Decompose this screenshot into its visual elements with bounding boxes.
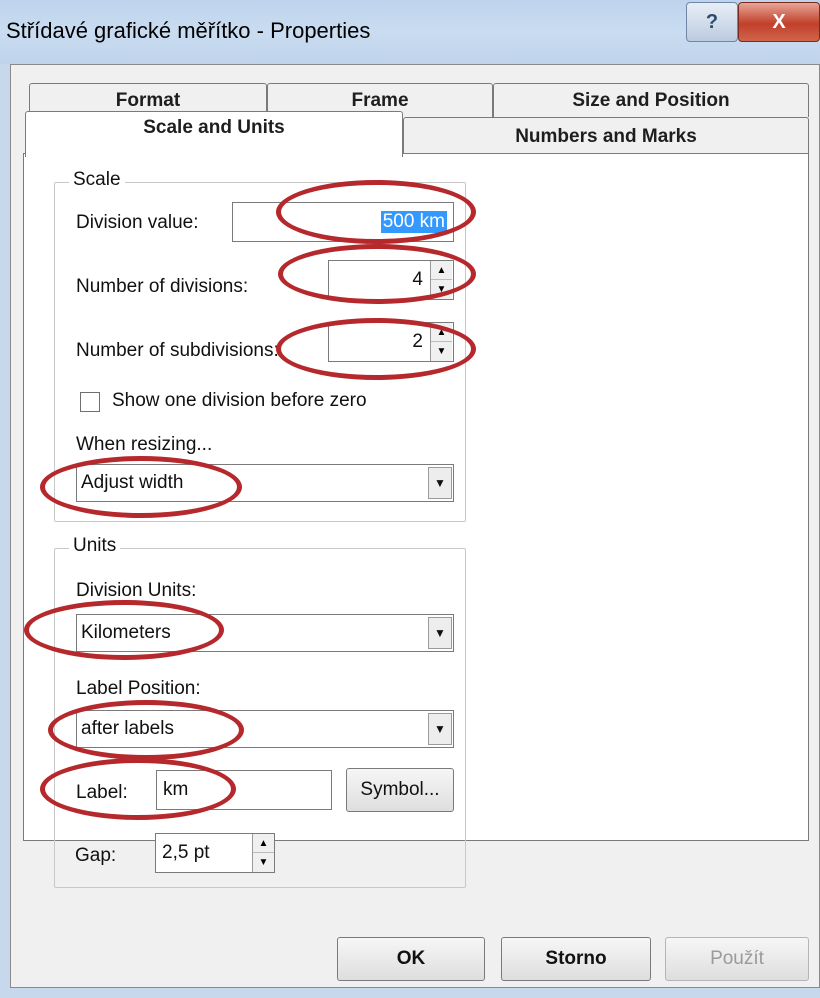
spin-down-icon[interactable]: ▼ [431, 280, 452, 299]
help-icon: ? [705, 10, 719, 33]
num-divisions-label: Number of divisions: [76, 276, 249, 297]
spin-down-icon[interactable]: ▼ [431, 342, 452, 361]
tab-numbers-marks[interactable]: Numbers and Marks [403, 117, 809, 155]
division-units-select[interactable]: Kilometers ▼ [76, 614, 454, 652]
dialog-client-area: Format Frame Size and Position Scale and… [10, 64, 820, 988]
help-button[interactable]: ? [686, 2, 738, 42]
num-subdivisions-label: Number of subdivisions: [76, 340, 279, 361]
spin-down-icon[interactable]: ▼ [253, 853, 274, 872]
division-value-text: 500 km [380, 211, 447, 233]
tab-panel-scale-units: Scale Division value: 500 km Number of d… [23, 153, 809, 888]
when-resizing-select[interactable]: Adjust width ▼ [76, 464, 454, 502]
division-value-input[interactable]: 500 km [232, 202, 454, 242]
label-position-label: Label Position: [76, 678, 201, 699]
num-subdivisions-spinner[interactable]: ▲ ▼ [430, 323, 452, 361]
cancel-button[interactable]: Storno [501, 937, 651, 981]
scale-group-title: Scale [69, 169, 125, 191]
label-position-select[interactable]: after labels ▼ [76, 710, 454, 748]
show-division-label: Show one division before zero [112, 390, 367, 411]
gap-value: 2,5 pt [162, 842, 210, 863]
tab-numbers-marks-label: Numbers and Marks [515, 125, 697, 147]
division-units-value: Kilometers [81, 622, 171, 643]
division-units-label: Division Units: [76, 580, 197, 601]
num-subdivisions-value: 2 [412, 331, 423, 352]
close-icon: X [772, 10, 786, 33]
label-position-value: after labels [81, 718, 174, 739]
dropdown-arrow-icon[interactable]: ▼ [428, 467, 452, 499]
dropdown-arrow-icon[interactable]: ▼ [428, 617, 452, 649]
gap-spinner[interactable]: ▲ ▼ [252, 834, 274, 872]
tab-frame-label: Frame [351, 89, 409, 111]
tab-size-position-label: Size and Position [572, 89, 730, 111]
spin-up-icon[interactable]: ▲ [431, 261, 452, 280]
units-group-title: Units [69, 535, 121, 557]
label-input-value: km [163, 779, 189, 800]
num-divisions-spinner[interactable]: ▲ ▼ [430, 261, 452, 299]
ok-button[interactable]: OK [337, 937, 485, 981]
dropdown-arrow-icon[interactable]: ▼ [428, 713, 452, 745]
title-bar[interactable]: Střídavé grafické měřítko - Properties ?… [0, 0, 820, 64]
ok-button-label: OK [396, 948, 426, 969]
spin-up-icon[interactable]: ▲ [431, 323, 452, 342]
tab-size-position[interactable]: Size and Position [493, 83, 809, 117]
symbol-button-label: Symbol... [360, 779, 440, 800]
apply-button[interactable]: Použít [665, 937, 809, 981]
spin-up-icon[interactable]: ▲ [253, 834, 274, 853]
tab-scale-units[interactable]: Scale and Units [25, 111, 403, 157]
show-division-checkbox[interactable] [80, 392, 100, 412]
properties-window: Střídavé grafické měřítko - Properties ?… [0, 0, 820, 998]
cancel-button-label: Storno [545, 948, 607, 969]
num-divisions-value: 4 [412, 269, 423, 290]
division-value-label: Division value: [76, 212, 199, 233]
label-input[interactable]: km [156, 770, 332, 810]
when-resizing-label: When resizing... [76, 434, 213, 455]
tab-scale-units-label: Scale and Units [143, 116, 285, 138]
tab-format-label: Format [115, 89, 181, 111]
symbol-button[interactable]: Symbol... [346, 768, 454, 812]
when-resizing-value: Adjust width [81, 472, 184, 493]
apply-button-label: Použít [710, 948, 764, 969]
close-button[interactable]: X [738, 2, 820, 42]
window-title: Střídavé grafické měřítko - Properties [6, 18, 371, 43]
gap-label: Gap: [75, 845, 117, 866]
label-field-label: Label: [76, 782, 128, 803]
